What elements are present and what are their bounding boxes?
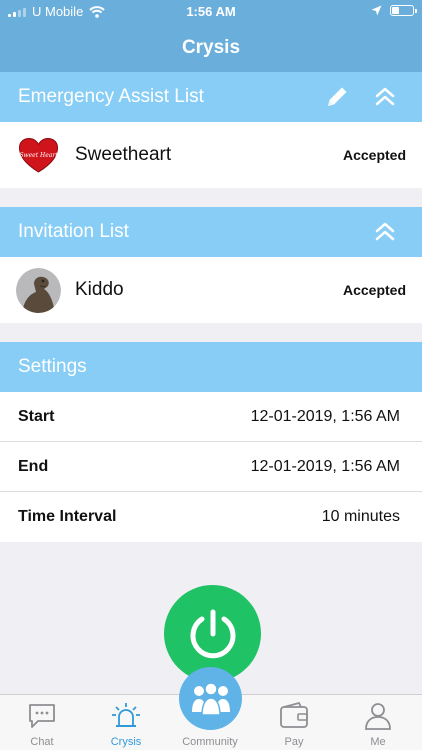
- community-button[interactable]: [179, 667, 242, 730]
- settings-value: 12-01-2019, 1:56 AM: [250, 457, 400, 475]
- status-right: [371, 5, 417, 16]
- contact-row-kiddo[interactable]: Kiddo Accepted: [0, 257, 422, 323]
- tab-label: Crysis: [110, 736, 142, 748]
- person-icon: [365, 703, 391, 730]
- dinosaur-avatar: [16, 267, 61, 313]
- location-arrow-icon: [371, 5, 382, 16]
- settings-row-end[interactable]: End 12-01-2019, 1:56 AM: [0, 442, 422, 492]
- emergency-list-card: Sweet Heart Sweetheart Accepted: [0, 122, 422, 188]
- tab-label: Pay: [284, 736, 304, 748]
- tab-label: Community: [182, 736, 238, 748]
- tab-crysis[interactable]: Crysis: [84, 695, 168, 750]
- settings-value: 10 minutes: [321, 508, 400, 525]
- community-icon: [191, 681, 230, 716]
- status-time: 1:56 AM: [186, 4, 236, 19]
- collapse-chevron-icon[interactable]: [372, 84, 398, 110]
- page-title: Crysis: [181, 37, 241, 58]
- settings-label: Start: [18, 407, 55, 425]
- power-icon: [190, 609, 235, 658]
- heart-avatar: Sweet Heart: [16, 132, 61, 178]
- status-bar: U Mobile 1:56 AM: [0, 0, 422, 24]
- svg-text:Sweet Heart: Sweet Heart: [19, 152, 58, 159]
- emergency-list-title: Emergency Assist List: [18, 86, 204, 107]
- tab-label: Chat: [30, 736, 54, 748]
- settings-card: Start 12-01-2019, 1:56 AM End 12-01-2019…: [0, 392, 422, 542]
- tab-pay[interactable]: Pay: [252, 695, 336, 750]
- settings-value: 12-01-2019, 1:56 AM: [250, 407, 400, 425]
- settings-row-time-interval[interactable]: Time Interval 10 minutes: [0, 492, 422, 542]
- emergency-list-header: Emergency Assist List: [0, 72, 422, 122]
- settings-label: Time Interval: [18, 508, 117, 525]
- siren-icon: [112, 703, 140, 727]
- status-badge: Accepted: [342, 282, 406, 298]
- invitation-list-title: Invitation List: [18, 221, 129, 242]
- contact-name: Sweetheart: [75, 144, 172, 165]
- settings-row-start[interactable]: Start 12-01-2019, 1:56 AM: [0, 392, 422, 442]
- tab-label: Me: [370, 736, 386, 748]
- nav-bar: Crysis: [0, 24, 422, 72]
- edit-pencil-icon[interactable]: [324, 84, 350, 110]
- wallet-icon: [280, 701, 308, 728]
- contact-name: Kiddo: [75, 279, 124, 300]
- chat-icon: [29, 704, 55, 728]
- settings-header: Settings: [0, 342, 422, 392]
- tab-chat[interactable]: Chat: [0, 695, 84, 750]
- settings-title: Settings: [18, 356, 87, 377]
- tab-me[interactable]: Me: [336, 695, 420, 750]
- battery-icon: [390, 5, 417, 16]
- status-badge: Accepted: [342, 147, 406, 163]
- settings-label: End: [18, 457, 49, 475]
- invitation-list-card: Kiddo Accepted: [0, 257, 422, 323]
- contact-row-sweetheart[interactable]: Sweet Heart Sweetheart Accepted: [0, 122, 422, 188]
- invitation-list-header: Invitation List: [0, 207, 422, 257]
- collapse-chevron-icon[interactable]: [372, 219, 398, 245]
